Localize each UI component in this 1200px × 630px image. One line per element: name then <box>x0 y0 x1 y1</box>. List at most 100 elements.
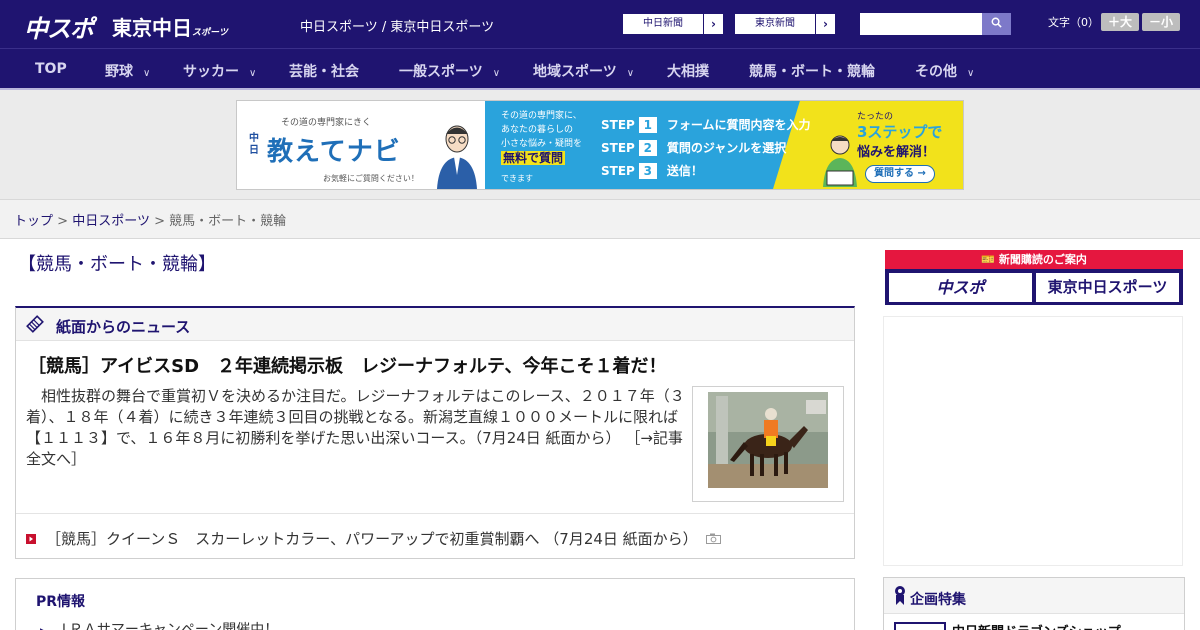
tokyo-logo-text: 東京中日 <box>112 16 192 40</box>
font-size-label: 文字（0） <box>1048 16 1099 29</box>
nav-item-soccer[interactable]: サッカー ∨ <box>183 61 256 81</box>
feature-item-link[interactable]: 中日新聞ドラゴンズショップ <box>952 621 1121 630</box>
camera-icon <box>705 533 721 547</box>
search-icon <box>991 17 1002 28</box>
ad-right-headline-2: 悩みを解消！ <box>857 145 936 160</box>
banner-zone: その道の専門家にきく 中日 教えてナビ お気軽にご質問ください！ その道の専門家… <box>0 90 1200 200</box>
ad-mid-lines: その道の専門家に、 あなたの暮らしの 小さな悩み・疑問を 無料で質問 <box>501 109 582 167</box>
ad-tagline: その道の専門家にきく <box>281 118 372 128</box>
font-size-up-button[interactable]: ＋大 <box>1101 13 1139 31</box>
ad-mid-line: あなたの暮らしの <box>501 125 574 135</box>
newspaper-icon <box>26 315 44 333</box>
subscription-label: 🎫 新聞購読のご案内 <box>885 250 1183 269</box>
chevron-down-icon: ∨ <box>249 68 257 79</box>
breadcrumb-sep: > <box>154 214 165 229</box>
pr-item-link[interactable]: ▶ＪＲＡサマーキャンペーン開催中！ <box>40 619 278 630</box>
pr-item-text: ＪＲＡサマーキャンペーン開催中！ <box>54 622 279 630</box>
feature-title: 企画特集 <box>910 592 966 608</box>
chunichi-shimbun-link[interactable]: 中日新聞 › <box>622 13 724 35</box>
tokyo-chunichi-subscribe-logo[interactable]: 東京中日スポーツ <box>1036 273 1179 302</box>
news-headline-link[interactable]: ［競馬］アイビスSD ２年連続掲示板 レジーナフォルテ、今年こそ１着だ！ <box>28 352 666 378</box>
ad-mid-highlight: 無料で質問 <box>501 151 566 165</box>
nav-item-other[interactable]: その他 ∨ <box>915 61 974 81</box>
ad-mid-line: 小さな悩み・疑問を <box>501 139 583 149</box>
bullet-arrow-icon <box>26 534 36 544</box>
chevron-down-icon: ∨ <box>967 68 975 79</box>
nav-item-general-sports[interactable]: 一般スポーツ ∨ <box>399 61 500 81</box>
chuspo-subscribe-logo[interactable]: 中スポ <box>889 273 1032 302</box>
step-num: 1 <box>638 117 657 133</box>
step-label: STEP <box>601 118 635 132</box>
main-nav: TOP 野球 ∨ サッカー ∨ 芸能・社会 一般スポーツ ∨ 地域スポーツ ∨ 大相撲 … <box>0 48 1200 90</box>
advisor-illustration-icon <box>437 125 477 189</box>
chevron-down-icon: ∨ <box>626 68 635 79</box>
news-section-title: 紙面からのニュース <box>56 318 191 336</box>
header-sites-text: 中日スポーツ / 東京中日スポーツ <box>300 20 495 35</box>
sidebar-ad-slot <box>883 316 1183 566</box>
top-header: 中スポ 東京中日スポーツ 中日スポーツ / 東京中日スポーツ 中日新聞 › 東京… <box>0 0 1200 48</box>
search-input[interactable] <box>860 13 982 35</box>
breadcrumb-current: 競馬・ボート・競輪 <box>169 214 287 229</box>
step-num: 3 <box>638 163 657 179</box>
ad-right-headline: 3ステップで <box>857 123 943 141</box>
breadcrumb-top[interactable]: トップ <box>14 214 53 229</box>
ad-brand-small: 中日 <box>249 133 259 156</box>
user-illustration-icon <box>823 135 857 187</box>
ad-mid-line: その道の専門家に、 <box>501 111 582 121</box>
ticket-icon: 🎫 <box>981 253 995 266</box>
nav-item-baseball[interactable]: 野球 ∨ <box>105 61 150 81</box>
news-list-item-title: ［競馬］クイーンＳ スカーレットカラー、パワーアップで初重賞制覇へ （7月24日… <box>46 530 698 548</box>
article-body: 相性抜群の舞台で重賞初Ｖを決めるか注目だ。レジーナフォルテはこのレース、２０１７… <box>26 387 685 447</box>
jockey-horse-photo-icon <box>708 392 828 488</box>
nav-item-top[interactable]: TOP <box>35 61 67 77</box>
nav-label: TOP <box>35 61 67 77</box>
breadcrumb-sep: > <box>57 214 69 229</box>
ribbon-icon <box>895 586 905 605</box>
tokyo-chunichi-logo[interactable]: 東京中日スポーツ <box>112 12 228 41</box>
ad-step-1: STEP 1 フォームに質問内容を入力 <box>601 116 810 133</box>
tokyo-shimbun-label: 東京新聞 <box>755 18 795 29</box>
news-divider <box>16 513 854 514</box>
step-text: フォームに質問内容を入力 <box>666 118 811 132</box>
chevron-right-icon: › <box>815 14 835 34</box>
nav-label: 大相撲 <box>667 64 709 80</box>
ad-ask-button[interactable]: 質問する → <box>865 165 935 183</box>
feature-thumbnail[interactable] <box>894 622 946 630</box>
nav-item-local-sports[interactable]: 地域スポーツ ∨ <box>533 61 634 81</box>
nav-label: 一般スポーツ <box>399 64 483 80</box>
chunichi-shimbun-label: 中日新聞 <box>643 18 683 29</box>
nav-label: サッカー <box>183 64 239 80</box>
feature-header: 企画特集 <box>884 578 1184 614</box>
nav-label: 野球 <box>105 64 133 80</box>
font-size-down-button[interactable]: －小 <box>1142 13 1180 31</box>
chevron-down-icon: ∨ <box>492 68 501 79</box>
article-summary: 相性抜群の舞台で重賞初Ｖを決めるか注目だ。レジーナフォルテはこのレース、２０１７… <box>26 386 686 470</box>
subscription-label-text: 新聞購読のご案内 <box>998 253 1087 266</box>
oshiete-navi-ad-banner[interactable]: その道の専門家にきく 中日 教えてナビ お気軽にご質問ください！ その道の専門家… <box>236 100 964 190</box>
ad-mid-foot: できます <box>501 174 533 183</box>
chevron-down-icon: ∨ <box>143 68 151 79</box>
nav-item-keiba[interactable]: 競馬・ボート・競輪 <box>749 61 875 81</box>
tokyo-shimbun-link[interactable]: 東京新聞 › <box>734 13 836 35</box>
breadcrumb-chunichi-sports[interactable]: 中日スポーツ <box>72 214 150 229</box>
step-num: 2 <box>638 140 657 156</box>
subscription-banner[interactable]: 🎫 新聞購読のご案内 中スポ 東京中日スポーツ <box>885 250 1183 305</box>
step-text: 質問のジャンルを選択 <box>666 141 787 155</box>
tokyo-logo-sub: スポーツ <box>192 28 228 38</box>
article-photo[interactable] <box>692 386 844 502</box>
ad-step-2: STEP 2 質問のジャンルを選択 <box>601 139 786 156</box>
nav-label: 芸能・社会 <box>289 64 359 80</box>
ad-step-3: STEP 3 送信！ <box>601 162 703 179</box>
step-label: STEP <box>601 141 635 155</box>
breadcrumb: トップ > 中日スポーツ > 競馬・ボート・競輪 <box>0 200 1200 239</box>
newspaper-news-section: 紙面からのニュース ［競馬］アイビスSD ２年連続掲示板 レジーナフォルテ、今年… <box>15 306 855 559</box>
nav-item-entertainment[interactable]: 芸能・社会 <box>289 61 359 81</box>
step-label: STEP <box>601 164 635 178</box>
step-text: 送信！ <box>666 164 703 178</box>
search-button[interactable] <box>982 13 1011 35</box>
news-list-item[interactable]: ［競馬］クイーンＳ スカーレットカラー、パワーアップで初重賞制覇へ （7月24日… <box>26 528 721 549</box>
chuspo-logo[interactable]: 中スポ <box>24 9 94 44</box>
ad-brand: 教えてナビ <box>267 137 401 167</box>
nav-item-sumo[interactable]: 大相撲 <box>667 61 709 81</box>
pr-title: PR情報 <box>36 594 86 610</box>
